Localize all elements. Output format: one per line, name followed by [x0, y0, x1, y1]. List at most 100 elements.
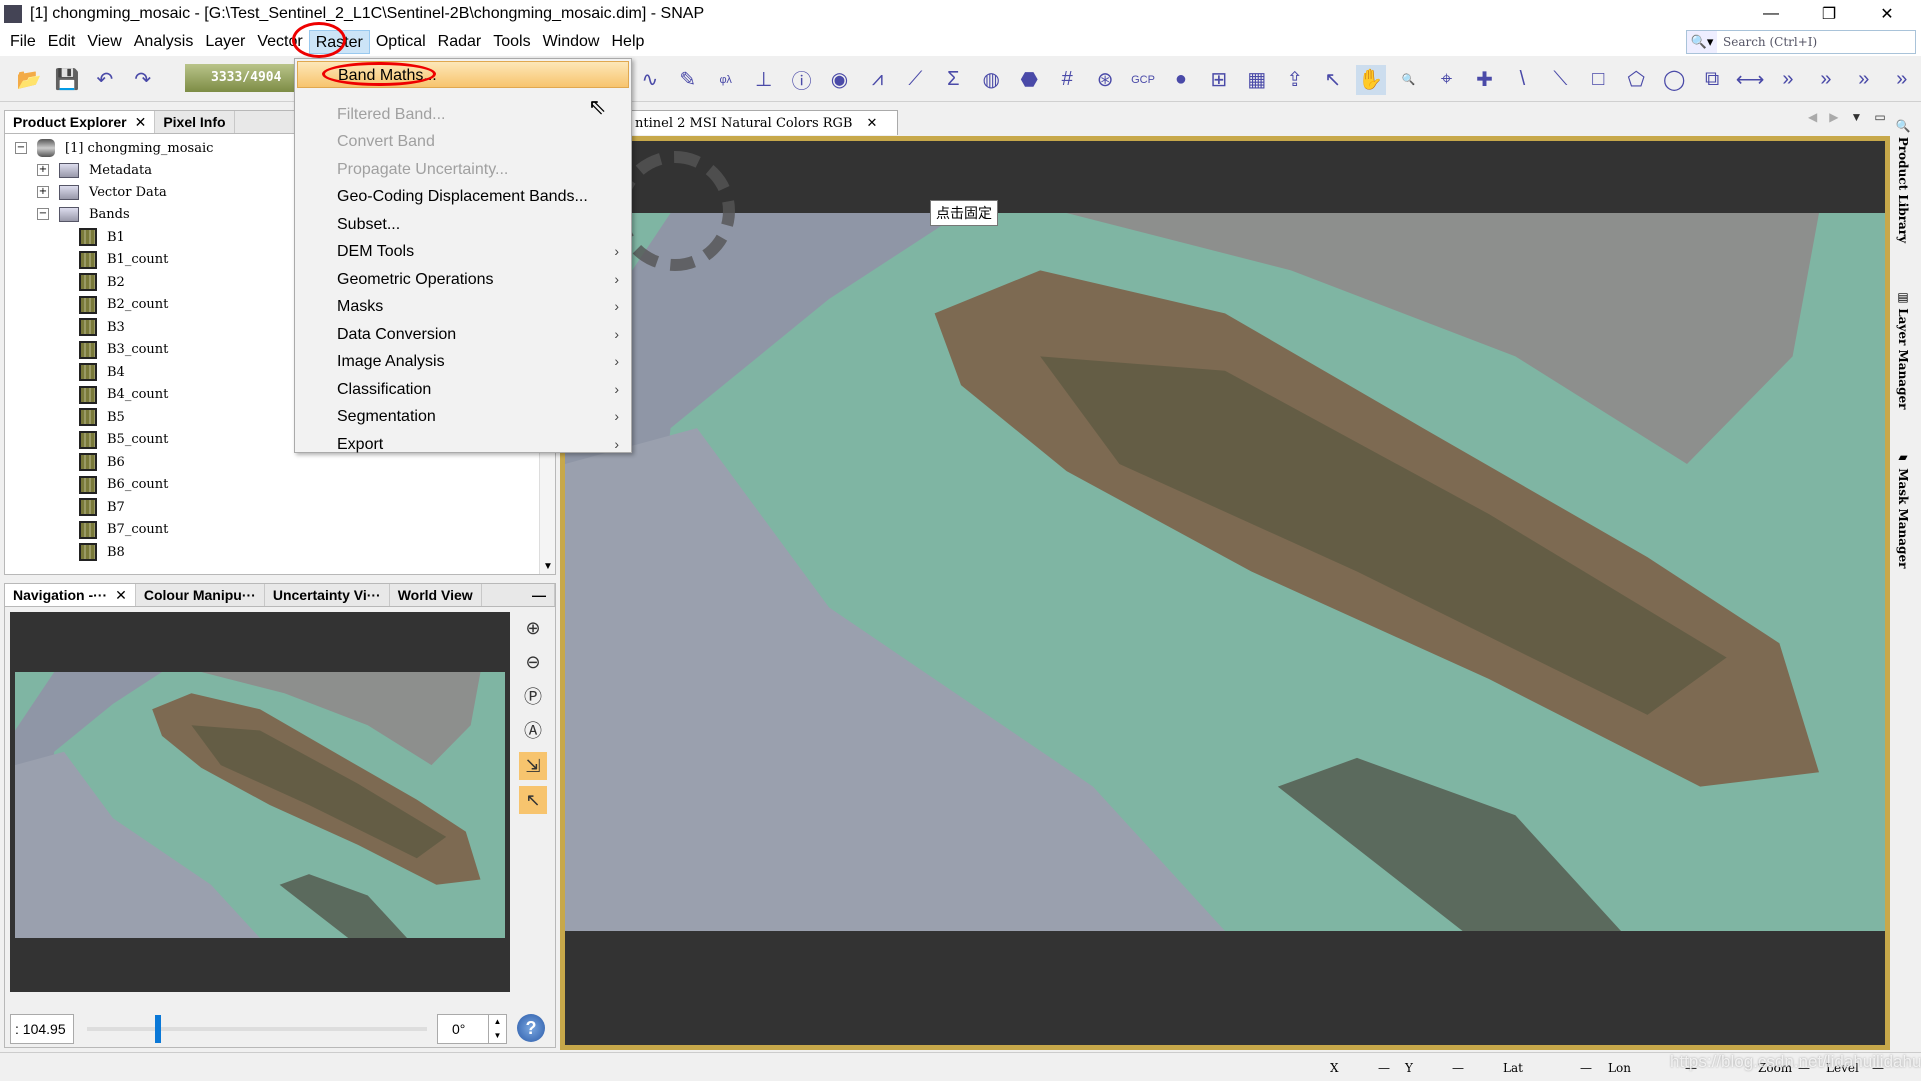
- sync-views-icon[interactable]: ⇲: [519, 752, 547, 780]
- tree-band[interactable]: B4: [79, 361, 125, 383]
- zoom-all-icon[interactable]: Ⓐ: [519, 716, 547, 744]
- range-finder-icon[interactable]: ⟷: [1735, 65, 1765, 95]
- menu-file[interactable]: File: [4, 30, 42, 54]
- product-library-tab[interactable]: 🔍 Product Library: [1896, 118, 1910, 243]
- tree-product[interactable]: − [1] chongming_mosaic: [15, 137, 213, 159]
- tree-band[interactable]: B3: [79, 316, 125, 338]
- insert-figure-icon[interactable]: ⧉: [1697, 65, 1727, 95]
- tab-navigation-3[interactable]: World View: [390, 584, 482, 606]
- more-icon[interactable]: »: [1773, 65, 1803, 95]
- close-button[interactable]: ✕: [1858, 0, 1916, 28]
- phi-lambda-icon[interactable]: φλ: [711, 65, 741, 95]
- rotation-field[interactable]: 0° ▲ ▼: [437, 1014, 507, 1044]
- menu-item-export[interactable]: Export ›: [297, 431, 629, 458]
- menu-item-dem-tools[interactable]: DEM Tools ›: [297, 238, 629, 265]
- polygon-icon[interactable]: ⬠: [1621, 65, 1651, 95]
- open-product-icon[interactable]: 📂: [14, 65, 44, 95]
- menu-radar[interactable]: Radar: [432, 30, 488, 54]
- layer-manager-tab[interactable]: ▤ Layer Manager: [1896, 290, 1910, 409]
- scroll-left-icon[interactable]: ◀: [1808, 110, 1817, 124]
- save-product-icon[interactable]: 💾: [52, 65, 82, 95]
- tab-product-explorer[interactable]: Product Explorer ✕: [5, 111, 156, 133]
- tree-group-metadata[interactable]: + Metadata: [37, 159, 152, 181]
- tree-band[interactable]: B4_count: [79, 384, 168, 406]
- tree-band[interactable]: B5_count: [79, 429, 168, 451]
- search-input[interactable]: Search (Ctrl+I): [1723, 35, 1817, 49]
- zoom-factor-field[interactable]: : 104.95: [10, 1014, 74, 1044]
- menu-item-propagate-uncertainty[interactable]: Propagate Uncertainty...: [297, 156, 629, 183]
- collapse-icon[interactable]: −: [37, 208, 49, 220]
- rectangle-icon[interactable]: □: [1583, 65, 1613, 95]
- menu-window[interactable]: Window: [537, 30, 606, 54]
- mosaic-icon[interactable]: ⊞: [1204, 65, 1234, 95]
- tree-band[interactable]: B3_count: [79, 339, 168, 361]
- menu-item-filtered-band[interactable]: Filtered Band...: [297, 101, 629, 128]
- tab-navigation-2[interactable]: Uncertainty Vi···: [265, 584, 390, 606]
- close-icon[interactable]: ✕: [115, 584, 127, 606]
- tree-band[interactable]: B1_count: [79, 249, 168, 271]
- menu-item-convert-band[interactable]: Convert Band: [297, 128, 629, 155]
- line-icon[interactable]: \: [1507, 65, 1537, 95]
- graph-icon[interactable]: ▦: [1242, 65, 1272, 95]
- zoom-icon[interactable]: 🔍: [1394, 65, 1424, 95]
- menu-help[interactable]: Help: [605, 30, 650, 54]
- dropdown-icon[interactable]: ▼: [1850, 110, 1862, 124]
- close-icon[interactable]: ✕: [135, 111, 147, 133]
- tree-group-bands[interactable]: − Bands: [37, 203, 130, 225]
- info-icon[interactable]: ⓘ: [787, 65, 817, 95]
- profile-icon[interactable]: ⩘: [863, 65, 893, 95]
- menu-item-subset[interactable]: Subset...: [297, 211, 629, 238]
- menu-optical[interactable]: Optical: [370, 30, 432, 54]
- image-view[interactable]: [560, 136, 1890, 1050]
- zoom-pixel-icon[interactable]: Ⓟ: [519, 682, 547, 710]
- collapse-icon[interactable]: −: [15, 142, 27, 154]
- plot-icon[interactable]: ⟋: [900, 65, 930, 95]
- menu-view[interactable]: View: [81, 30, 127, 54]
- spectrum-icon[interactable]: ∿: [635, 65, 665, 95]
- sigma-icon[interactable]: Σ: [938, 65, 968, 95]
- expand-icon[interactable]: +: [37, 186, 49, 198]
- close-icon[interactable]: ✕: [866, 116, 877, 131]
- tree-band[interactable]: B6_count: [79, 474, 168, 496]
- overview-thumbnail[interactable]: [15, 672, 505, 938]
- search-box[interactable]: 🔍▾ Search (Ctrl+I): [1686, 30, 1916, 54]
- rotation-spinner[interactable]: ▲ ▼: [488, 1015, 506, 1043]
- draw-icon[interactable]: ✎: [673, 65, 703, 95]
- tree-band[interactable]: B1: [79, 226, 125, 248]
- menu-analysis[interactable]: Analysis: [128, 30, 200, 54]
- satellite-image[interactable]: [565, 141, 1885, 1045]
- more-icon[interactable]: »: [1849, 65, 1879, 95]
- help-icon[interactable]: ?: [517, 1014, 545, 1042]
- polyline-icon[interactable]: ⟍: [1545, 65, 1575, 95]
- histogram-icon[interactable]: ⊥: [749, 65, 779, 95]
- tab-pixel-info[interactable]: Pixel Info: [155, 111, 235, 133]
- pin-icon[interactable]: ⬣: [1014, 65, 1044, 95]
- more-icon[interactable]: »: [1887, 65, 1917, 95]
- minimize-button[interactable]: —: [1742, 0, 1800, 28]
- tree-group-vector-data[interactable]: + Vector Data: [37, 181, 167, 203]
- menu-item-geometric-operations[interactable]: Geometric Operations ›: [297, 266, 629, 293]
- mask-manager-tab[interactable]: ▰ Mask Manager: [1896, 450, 1910, 568]
- gcp-add-icon[interactable]: ✚: [1470, 65, 1500, 95]
- slider-thumb[interactable]: [155, 1015, 161, 1043]
- gcp2-icon[interactable]: GCP: [1128, 65, 1158, 95]
- tree-band[interactable]: B2_count: [79, 294, 168, 316]
- tree-band[interactable]: B2: [79, 271, 125, 293]
- tab-navigation-0[interactable]: Navigation -··· ✕: [5, 584, 136, 606]
- ellipse-icon[interactable]: ◯: [1659, 65, 1689, 95]
- minimize-panel-button[interactable]: —: [524, 584, 555, 606]
- tab-image-view[interactable]: ntinel 2 MSI Natural Colors RGB ✕: [628, 110, 898, 135]
- navigation-overview[interactable]: [10, 612, 510, 992]
- tree-band[interactable]: B8: [79, 541, 125, 563]
- scatter-icon[interactable]: ◉: [825, 65, 855, 95]
- pan-icon[interactable]: ✋: [1355, 64, 1386, 95]
- tree-band[interactable]: B6: [79, 451, 125, 473]
- menu-edit[interactable]: Edit: [42, 30, 82, 54]
- tree-band[interactable]: B5: [79, 406, 125, 428]
- tree-band[interactable]: B7: [79, 496, 125, 518]
- maximize-icon[interactable]: ▭: [1874, 110, 1885, 124]
- menu-item-geo-coding-displacement-bands[interactable]: Geo-Coding Displacement Bands...: [297, 183, 629, 210]
- tree-band[interactable]: B7_count: [79, 519, 168, 541]
- redo-icon[interactable]: ↷: [128, 65, 158, 95]
- sync-cursor-icon[interactable]: ↖: [519, 786, 547, 814]
